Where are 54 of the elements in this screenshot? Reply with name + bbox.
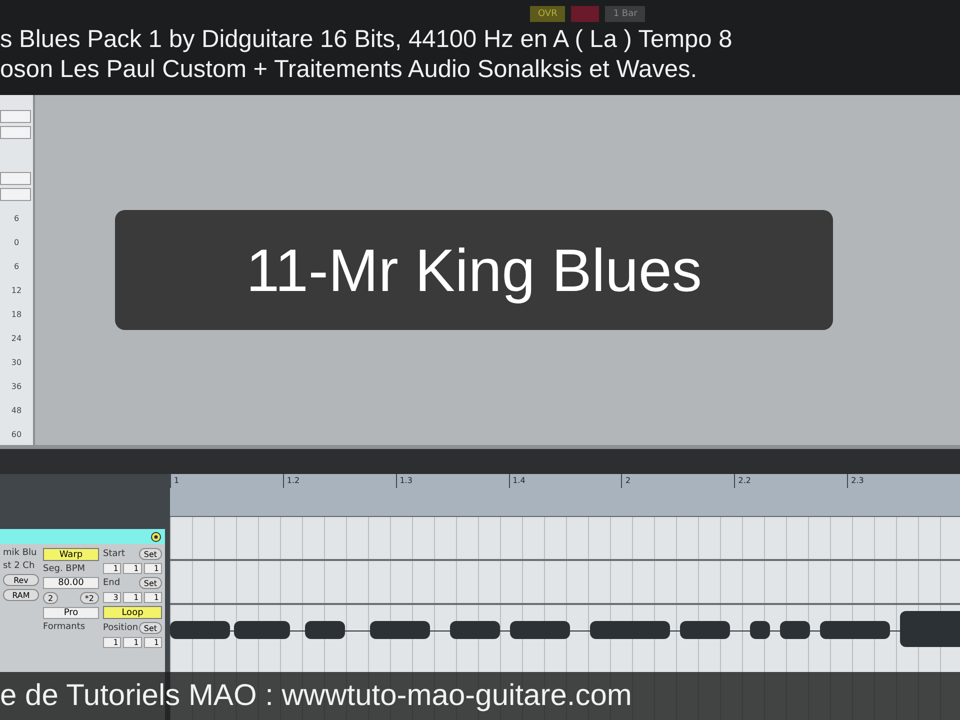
number-field[interactable]: 1 [103, 637, 122, 648]
meter-scale-label: 6 [14, 262, 20, 271]
bar-number: 1 [170, 474, 283, 488]
caption-text: oson Les Paul Custom + Traitements Audio Sonalksis et Waves. [0, 55, 698, 85]
meter-scale-label: 18 [11, 310, 22, 319]
number-field[interactable]: 1 [123, 563, 142, 574]
warp-mode-dropdown[interactable]: Pro [43, 607, 99, 619]
bar-number: 2.3 [847, 474, 960, 488]
number-field[interactable]: 1 [144, 592, 162, 603]
number-field[interactable]: 3 [103, 592, 122, 603]
dropdown[interactable] [0, 110, 31, 123]
meter-scale-label: 36 [11, 382, 22, 391]
meter-scale-label: 6 [14, 214, 20, 223]
number-field[interactable]: 1 [103, 563, 122, 574]
loop-button[interactable]: Loop [103, 606, 162, 619]
track-title: 11-Mr King Blues [246, 236, 702, 304]
caption-text: e de Tutoriels MAO : wwwtuto-mao-guitare.com [0, 679, 632, 713]
dropdown[interactable] [0, 172, 31, 185]
end-label: End [103, 578, 120, 588]
position-label: Position [103, 623, 138, 633]
set-button[interactable]: Set [138, 548, 162, 560]
ram-button[interactable]: RAM [3, 589, 39, 601]
meter-scale-label: 60 [11, 430, 22, 439]
set-button[interactable]: Set [138, 577, 162, 589]
bar-number: 2.2 [734, 474, 848, 488]
set-button[interactable]: Set [138, 622, 162, 634]
formants-label: Formants [43, 622, 86, 632]
timeline-ruler[interactable]: 1 1.2 1.3 1.4 2 2.2 2.3 [170, 474, 960, 517]
bar-number: 1.2 [282, 474, 396, 488]
double-button[interactable]: *2 [80, 592, 99, 604]
half-button[interactable]: 2 [43, 592, 58, 604]
bpm-field[interactable]: 80.00 [43, 577, 99, 589]
meter-scale-label: 12 [11, 286, 22, 295]
caption-text: s Blues Pack 1 by Didguitare 16 Bits, 44100 Hz en A ( La ) Tempo 8 [0, 25, 734, 55]
bar-number: 1.3 [396, 474, 509, 488]
dropdown[interactable] [0, 126, 31, 139]
meter-scale-label: 30 [11, 358, 22, 367]
input-field[interactable] [0, 188, 31, 201]
number-field[interactable]: 1 [123, 592, 142, 603]
warp-button[interactable]: Warp [43, 548, 99, 561]
number-field[interactable]: 1 [123, 637, 142, 648]
reverse-button[interactable]: Rev [3, 574, 39, 586]
bar-number: 2 [621, 474, 734, 488]
meter-scale-label: 0 [14, 238, 20, 247]
launch-icon[interactable] [151, 532, 161, 542]
bar-number: 1.4 [508, 474, 622, 488]
meter-scale-label: 48 [11, 406, 22, 415]
meter-scale-label: 24 [11, 334, 22, 343]
number-field[interactable]: 1 [144, 637, 162, 648]
clip-name: mik Blu [3, 548, 38, 558]
seg-bpm-label: Seg. BPM [43, 564, 86, 574]
start-label: Start [103, 549, 125, 559]
format-label: st 2 Ch [3, 561, 36, 571]
number-field[interactable]: 1 [144, 563, 162, 574]
